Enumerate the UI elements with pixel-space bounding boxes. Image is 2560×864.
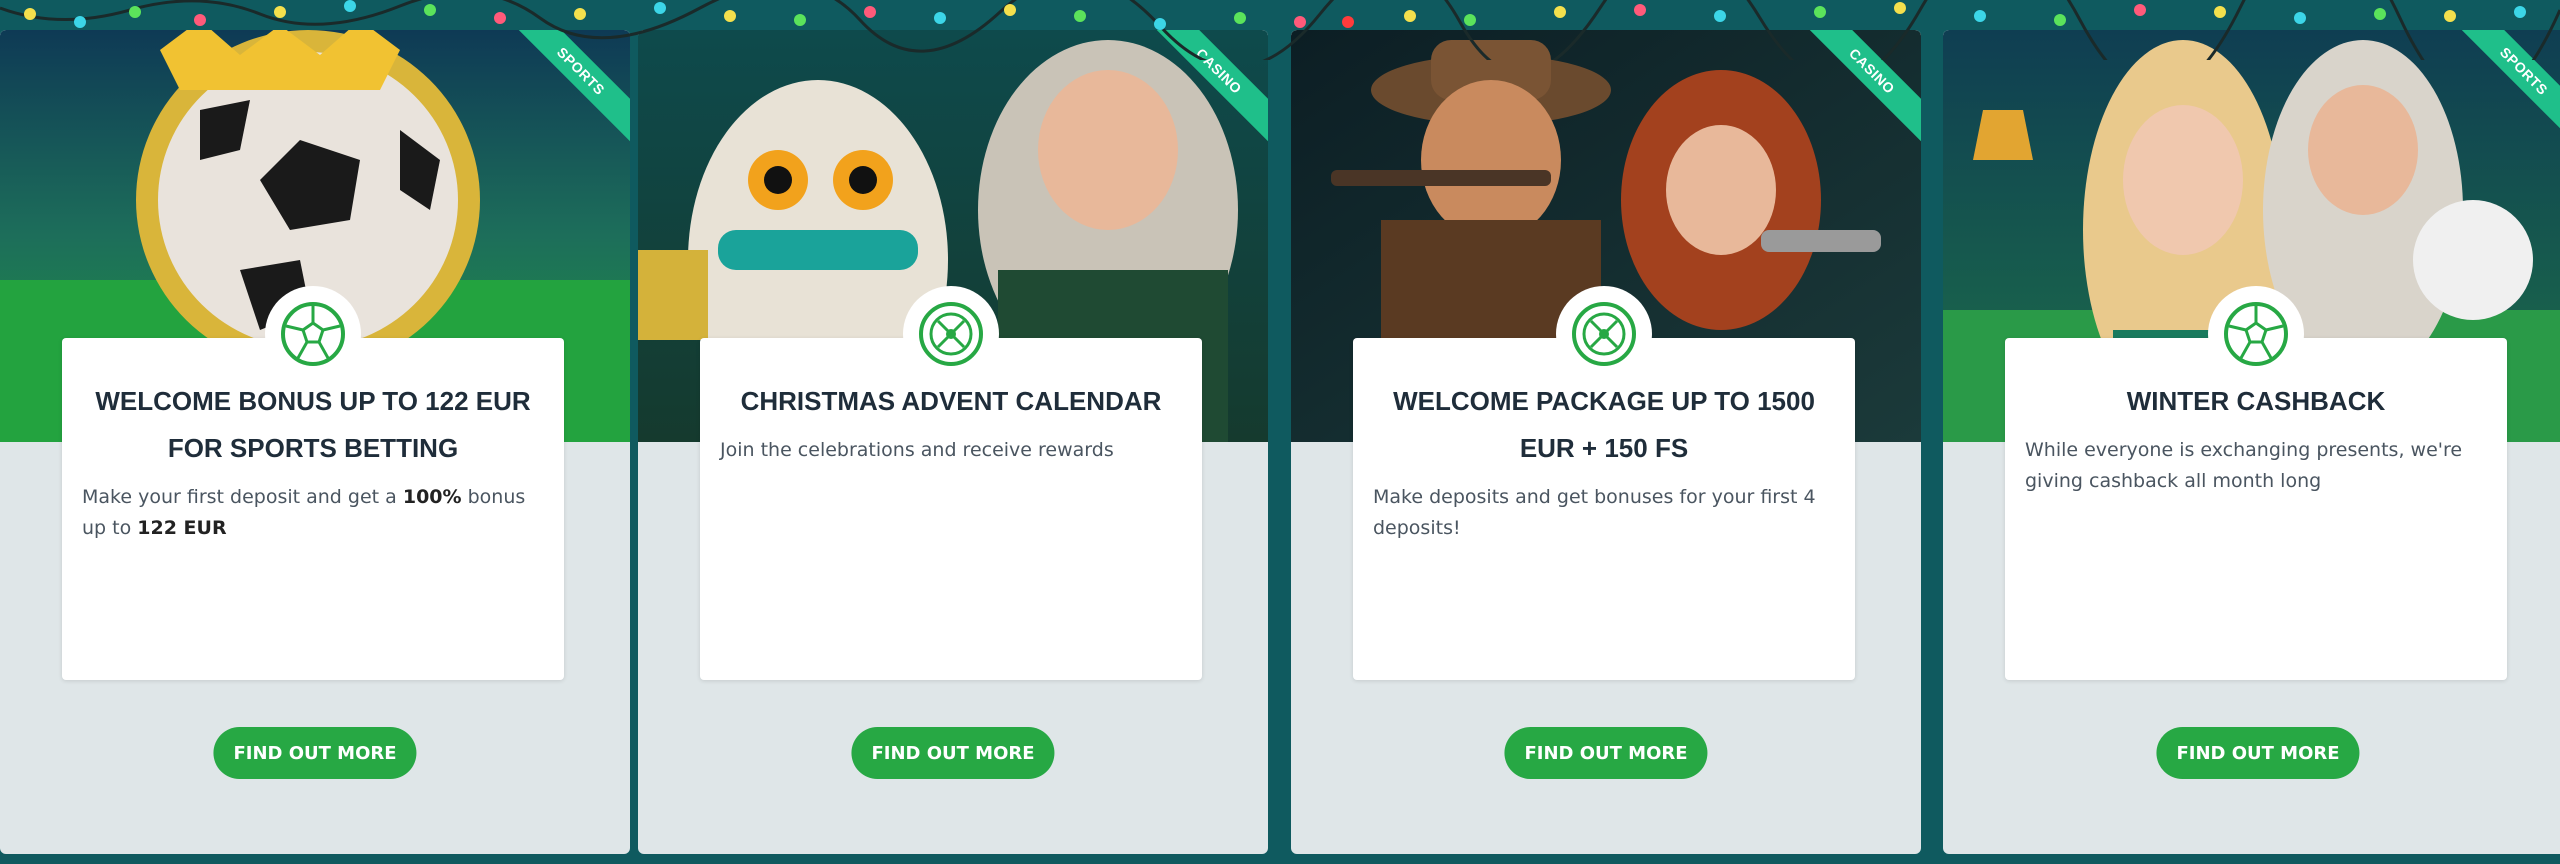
soccer-ball-icon [281, 302, 345, 366]
promo-description: Make your first deposit and get a 100% b… [82, 486, 526, 539]
find-out-more-button[interactable]: FIND OUT MORE [2156, 727, 2360, 779]
promo-card-sports-welcome: SPORTS WELCOME BONUS UP TO 122 EUR FOR S… [0, 30, 630, 854]
promo-info-panel: WINTER CASHBACK While everyone is exchan… [2005, 286, 2507, 680]
promo-card-christmas-advent: CASINO CHRISTMAS ADVENT CALENDAR Join th… [638, 30, 1268, 854]
promo-description: Make deposits and get bonuses for your f… [1373, 486, 1816, 539]
find-out-more-button[interactable]: FIND OUT MORE [213, 727, 417, 779]
category-ribbon-label: CASINO [1148, 30, 1268, 149]
promo-info-panel: WELCOME PACKAGE UP TO 1500 EUR + 150 FS … [1353, 286, 1855, 680]
promo-title: WINTER CASHBACK [2126, 386, 2386, 416]
promo-card-casino-welcome: CASINO WELCOME PACKAGE UP TO 1500 EUR + … [1291, 30, 1921, 854]
roulette-badge [1556, 286, 1652, 382]
promo-info-panel: WELCOME BONUS UP TO 122 EUR FOR SPORTS B… [62, 286, 564, 680]
promo-description: While everyone is exchanging presents, w… [2025, 439, 2463, 492]
soccer-ball-badge [2208, 286, 2304, 382]
category-ribbon-label: SPORTS [2453, 30, 2560, 149]
promo-title: WELCOME BONUS UP TO 122 EUR FOR SPORTS B… [95, 386, 531, 463]
category-ribbon: SPORTS [510, 30, 630, 150]
promo-title: WELCOME PACKAGE UP TO 1500 EUR + 150 FS [1393, 386, 1815, 463]
find-out-more-button[interactable]: FIND OUT MORE [1504, 727, 1708, 779]
promo-description: Join the celebrations and receive reward… [720, 439, 1114, 461]
promo-title: CHRISTMAS ADVENT CALENDAR [740, 386, 1162, 416]
soccer-ball-badge [265, 286, 361, 382]
category-ribbon: SPORTS [2453, 30, 2560, 150]
soccer-ball-icon [2224, 302, 2288, 366]
roulette-wheel-icon [1572, 302, 1636, 366]
roulette-wheel-icon [919, 302, 983, 366]
roulette-badge [903, 286, 999, 382]
category-ribbon: CASINO [1801, 30, 1921, 150]
promo-info-panel: CHRISTMAS ADVENT CALENDAR Join the celeb… [700, 286, 1202, 680]
category-ribbon-label: CASINO [1801, 30, 1921, 149]
category-ribbon: CASINO [1148, 30, 1268, 150]
find-out-more-button[interactable]: FIND OUT MORE [851, 727, 1055, 779]
promo-card-winter-cashback: SPORTS WINTER CASHBACK While everyone is… [1943, 30, 2560, 854]
category-ribbon-label: SPORTS [510, 30, 630, 149]
